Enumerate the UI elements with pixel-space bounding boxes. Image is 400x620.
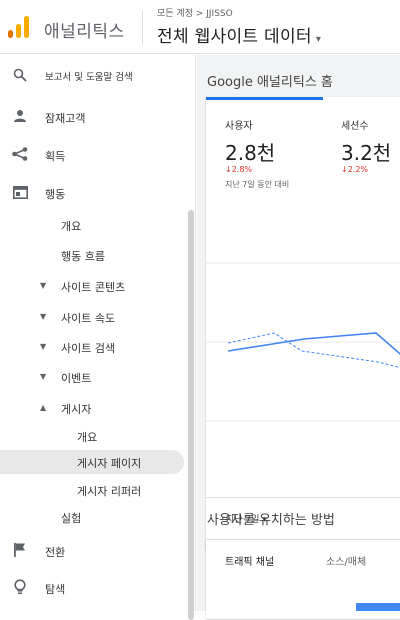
sidebar-item-publisher[interactable]: 게시자 (61, 401, 91, 417)
metric-sessions-value: 3.2천 (341, 141, 392, 165)
expand-arrow-icon: ▼ (40, 372, 47, 381)
sidebar-search-label: 보고서 및 도움말 검색 (45, 72, 133, 83)
sidebar-item-publisher-pages[interactable]: 게시자 페이지 (77, 455, 141, 471)
comparison-caption: 지난 7일 동안 대비 (225, 180, 290, 189)
tab-traffic-channel[interactable]: 트래픽 채널 (225, 553, 274, 568)
metric-sessions-label[interactable]: 세션수 (341, 117, 369, 132)
sidebar-item-events[interactable]: 이벤트 (61, 370, 91, 386)
behavior-icon (12, 184, 28, 200)
acquisition-icon (12, 146, 28, 162)
card-divider (206, 497, 400, 498)
sidebar-item-site-content[interactable]: 사이트 콘텐츠 (61, 279, 125, 295)
tab-source-medium[interactable]: 소스/매체 (326, 553, 366, 568)
acquisition-card: 트래픽 채널 소스/매체 (206, 539, 400, 619)
person-icon (12, 108, 28, 124)
metric-sessions-delta: ↓2.2% (341, 165, 369, 174)
account-breadcrumb[interactable]: 모든 계정 > JJISSO (157, 6, 233, 19)
sidebar-item-site-speed[interactable]: 사이트 속도 (61, 310, 115, 326)
sidebar-item-acquisition[interactable]: 획득 (0, 142, 196, 168)
sidebar-item-behavior-flow[interactable]: 행동 흐름 (61, 248, 105, 264)
trend-line-chart: 30 4월 01 5월 02 (206, 262, 400, 422)
main-content: Google 애널리틱스 홈 사용자 2.8천 ↓2.8% 세션수 3.2천 ↓… (197, 55, 400, 619)
header-divider (142, 10, 143, 44)
sidebar-item-label: 잠재고객 (45, 112, 86, 125)
sidebar-item-label: 행동 (45, 188, 66, 201)
chevron-down-icon: ▾ (315, 34, 322, 45)
metric-users-value: 2.8천 (225, 141, 276, 165)
sidebar-item-publisher-overview[interactable]: 개요 (77, 429, 97, 445)
tab-divider (206, 539, 400, 540)
flag-icon (12, 542, 28, 558)
view-selector[interactable]: 전체 웹사이트 데이터 ▾ (157, 22, 321, 47)
metric-users-label[interactable]: 사용자 (225, 117, 253, 132)
analytics-logo-icon[interactable] (8, 16, 30, 40)
sidebar-item-discover[interactable]: 탐색 (0, 575, 196, 601)
sidebar-scrollbar[interactable] (188, 210, 194, 620)
app-header: 애널리틱스 모든 계정 > JJISSO 전체 웹사이트 데이터 ▾ (0, 0, 400, 54)
app-brand: 애널리틱스 (44, 22, 125, 42)
selected-metric-indicator (206, 97, 323, 100)
lightbulb-icon (12, 579, 28, 595)
view-name: 전체 웹사이트 데이터 (157, 27, 312, 47)
section-title: 사용자를 유치하는 방법 (207, 513, 335, 528)
page-title: Google 애널리틱스 홈 (207, 75, 333, 90)
sidebar-item-label: 탐색 (45, 583, 66, 596)
sidebar-item-label: 전환 (45, 546, 66, 559)
sidebar-item-publisher-referrers[interactable]: 게시자 리퍼러 (77, 483, 141, 499)
collapse-arrow-icon: ▲ (40, 403, 47, 412)
sidebar-item-behavior[interactable]: 행동 (0, 180, 196, 206)
expand-arrow-icon: ▼ (40, 342, 47, 351)
expand-arrow-icon: ▼ (40, 281, 47, 290)
sidebar-item-experiments[interactable]: 실험 (61, 510, 81, 526)
sidebar-item-audience[interactable]: 잠재고객 (0, 104, 196, 130)
expand-arrow-icon: ▼ (40, 312, 47, 321)
sidebar-item-site-search[interactable]: 사이트 검색 (61, 340, 115, 356)
metric-users-delta: ↓2.8% (225, 165, 253, 174)
sidebar-item-behavior-overview[interactable]: 개요 (61, 218, 81, 234)
overview-card: 사용자 2.8천 ↓2.8% 세션수 3.2천 ↓2.2% 지난 7일 동안 대… (206, 97, 400, 549)
sidebar-search[interactable]: 보고서 및 도움말 검색 (0, 63, 196, 89)
search-icon (12, 67, 28, 83)
chart-bar-preview (356, 603, 400, 611)
sidebar-item-label: 획득 (45, 150, 66, 163)
sidebar: 보고서 및 도움말 검색 잠재고객 획득 행동 개요 행동 흐름 ▼ 사이트 콘… (0, 55, 196, 620)
sidebar-item-conversions[interactable]: 전환 (0, 538, 196, 564)
